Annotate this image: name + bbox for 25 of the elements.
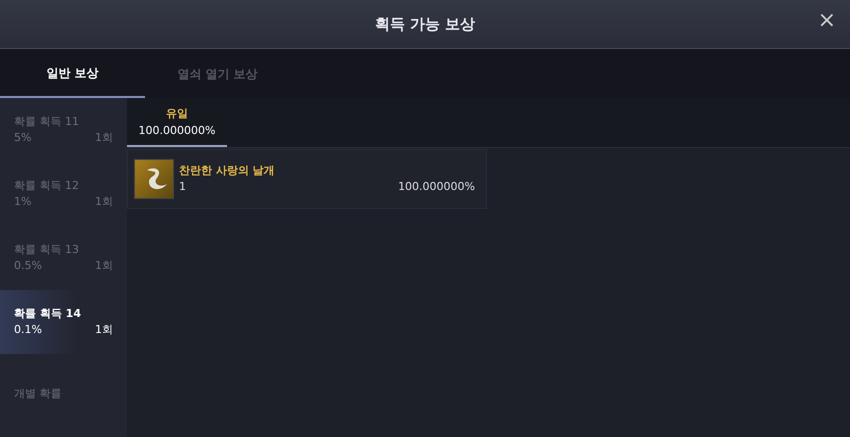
tier-name: 개별 확률	[14, 386, 62, 402]
drop-rate: 0.5%	[14, 258, 42, 274]
close-button[interactable]: ×	[816, 10, 838, 32]
tier-name: 확률 획득 11	[14, 114, 80, 130]
wing-item-icon	[134, 159, 174, 199]
draw-count: 1회	[95, 194, 113, 210]
item-quantity: 1	[179, 179, 186, 195]
sidebar-item[interactable]: 개별 확률	[0, 354, 127, 434]
draw-count: 1회	[95, 130, 113, 146]
item-rate: 100.000000%	[398, 179, 475, 195]
drop-rate: 1%	[14, 194, 32, 210]
drop-rate: 0.1%	[14, 322, 42, 338]
grade-tab[interactable]: 유일 100.000000%	[127, 98, 227, 147]
tier-name: 확률 획득 14	[14, 306, 82, 322]
item-name: 찬란한 사랑의 날개	[179, 162, 276, 178]
sidebar-item[interactable]: 확률 획득 11 5% 1회	[0, 98, 127, 162]
tier-name: 확률 획득 13	[14, 242, 80, 258]
window-title: 획득 가능 보상	[374, 14, 476, 35]
draw-count: 1회	[95, 322, 113, 338]
sidebar-item[interactable]: 확률 획득 12 1% 1회	[0, 162, 127, 226]
drop-rate: 5%	[14, 130, 32, 146]
tier-name: 확률 획득 12	[14, 178, 80, 194]
draw-count: 1회	[95, 258, 113, 274]
tab[interactable]: 열쇠 열기 보상	[145, 49, 290, 98]
sidebar-item[interactable]: 확률 획득 13 0.5% 1회	[0, 226, 127, 290]
